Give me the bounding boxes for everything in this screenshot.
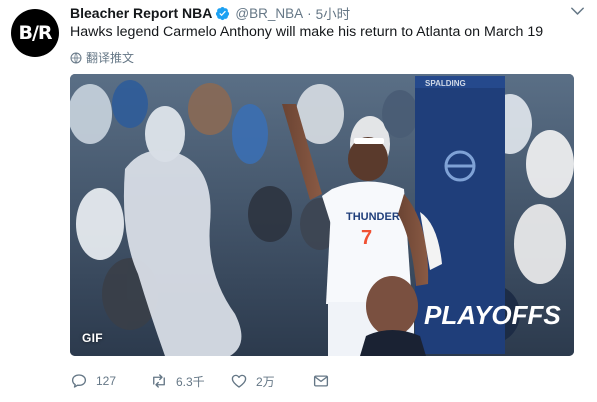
direct-message-icon: [313, 375, 329, 387]
reply-button[interactable]: 127: [70, 370, 150, 392]
translate-label: 翻译推文: [86, 51, 135, 65]
reply-icon: [71, 374, 87, 388]
stanchion-brand-text: SPALDING: [425, 79, 466, 88]
tweet-actions: 127 6.3千 2万: [70, 370, 330, 392]
chevron-down-icon[interactable]: [569, 4, 585, 18]
playoffs-banner-text: PLAYOFFS: [424, 300, 561, 330]
heart-icon: [231, 374, 247, 388]
translate-tweet-link[interactable]: 翻译推文: [70, 49, 134, 66]
jersey-number-text: 7: [361, 227, 372, 249]
tweet-text: Hawks legend Carmelo Anthony will make h…: [70, 24, 544, 40]
tweet[interactable]: B/R Bleacher Report NBA @BR_NBA · 5小时 Ha…: [0, 0, 597, 402]
separator-dot: ·: [307, 5, 312, 21]
like-button[interactable]: 2万: [230, 370, 312, 392]
avatar-logo: B/R: [18, 22, 52, 44]
gif-badge: GIF: [82, 331, 103, 345]
retweet-icon: [153, 374, 165, 388]
tweet-timestamp[interactable]: 5小时: [316, 3, 351, 23]
direct-message-button[interactable]: [312, 370, 330, 392]
verified-badge-icon: [215, 6, 230, 21]
avatar[interactable]: B/R: [11, 9, 59, 57]
like-count: 2万: [256, 374, 275, 389]
jersey-team-text: THUNDER: [346, 211, 400, 223]
retweet-count: 6.3千: [176, 374, 205, 389]
tweet-header: Bleacher Report NBA @BR_NBA · 5小时: [70, 4, 350, 22]
reply-count: 127: [96, 374, 117, 388]
globe-icon: [70, 52, 82, 63]
account-name[interactable]: Bleacher Report NBA: [70, 5, 212, 21]
retweet-button[interactable]: 6.3千: [150, 370, 230, 392]
gif-frame-illustration: SPALDING PLAYOFFS THUNDER 7: [70, 74, 574, 356]
gif-media[interactable]: SPALDING PLAYOFFS THUNDER 7: [70, 74, 574, 356]
account-handle[interactable]: @BR_NBA: [235, 6, 303, 21]
